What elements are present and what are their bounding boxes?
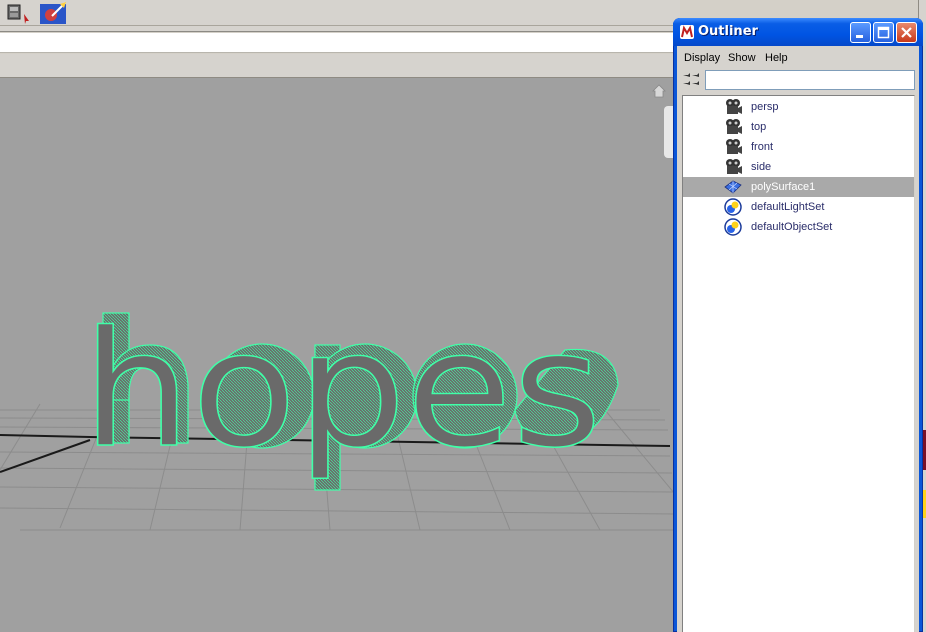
filter-icon[interactable] [681, 70, 701, 90]
list-item[interactable]: defaultObjectSet [683, 217, 914, 237]
maya-screen: hopes Outliner Display Show Help persp t… [0, 0, 926, 632]
outliner-list[interactable]: persp top front side polySurface1 defaul… [682, 95, 915, 632]
camera-icon [726, 119, 742, 134]
home-icon[interactable] [652, 84, 666, 98]
menu-bar: Display Show Help [677, 46, 919, 68]
outliner-window: Outliner Display Show Help persp top fro… [673, 18, 923, 632]
camera-icon [726, 99, 742, 114]
paint-tool-icon[interactable] [38, 0, 68, 26]
item-label: defaultLightSet [751, 201, 825, 213]
list-item-selected[interactable]: polySurface1 [683, 177, 914, 197]
maximize-icon [877, 26, 890, 39]
menu-help[interactable]: Help [765, 52, 788, 64]
filter-input[interactable] [705, 70, 915, 90]
menu-show[interactable]: Show [728, 52, 756, 64]
scene-canvas: hopes [0, 295, 680, 531]
list-item[interactable]: persp [683, 97, 914, 117]
filter-row [677, 68, 919, 94]
poly-mesh-icon [724, 180, 742, 194]
render-icon[interactable] [2, 0, 32, 26]
item-label: persp [751, 101, 779, 113]
shelf [0, 0, 680, 26]
item-label: top [751, 121, 767, 133]
perspective-viewport[interactable]: hopes [0, 78, 680, 632]
camera-icon [726, 139, 742, 154]
set-icon [724, 198, 742, 216]
menu-display[interactable]: Display [684, 52, 720, 64]
set-icon [724, 218, 742, 236]
item-label: side [751, 161, 772, 173]
camera-icon [726, 159, 742, 174]
panel-toolbar [0, 54, 680, 78]
shelf-divider [0, 26, 680, 32]
item-label: polySurface1 [751, 181, 816, 193]
list-item[interactable]: side [683, 157, 914, 177]
close-button[interactable] [896, 22, 917, 43]
title-bar[interactable]: Outliner [673, 18, 923, 46]
hopes-text-object: hopes [82, 296, 602, 483]
maya-app-icon [680, 25, 694, 39]
list-item[interactable]: defaultLightSet [683, 197, 914, 217]
item-label: defaultObjectSet [751, 221, 833, 233]
close-icon [901, 27, 912, 38]
outliner-client: Display Show Help persp top front side p… [677, 46, 919, 632]
list-item[interactable]: top [683, 117, 914, 137]
command-line[interactable] [0, 33, 680, 53]
minimize-button[interactable] [850, 22, 871, 43]
item-label: front [751, 141, 774, 153]
window-title: Outliner [698, 24, 758, 39]
list-item[interactable]: front [683, 137, 914, 157]
maximize-button[interactable] [873, 22, 894, 43]
minimize-icon [856, 35, 863, 38]
